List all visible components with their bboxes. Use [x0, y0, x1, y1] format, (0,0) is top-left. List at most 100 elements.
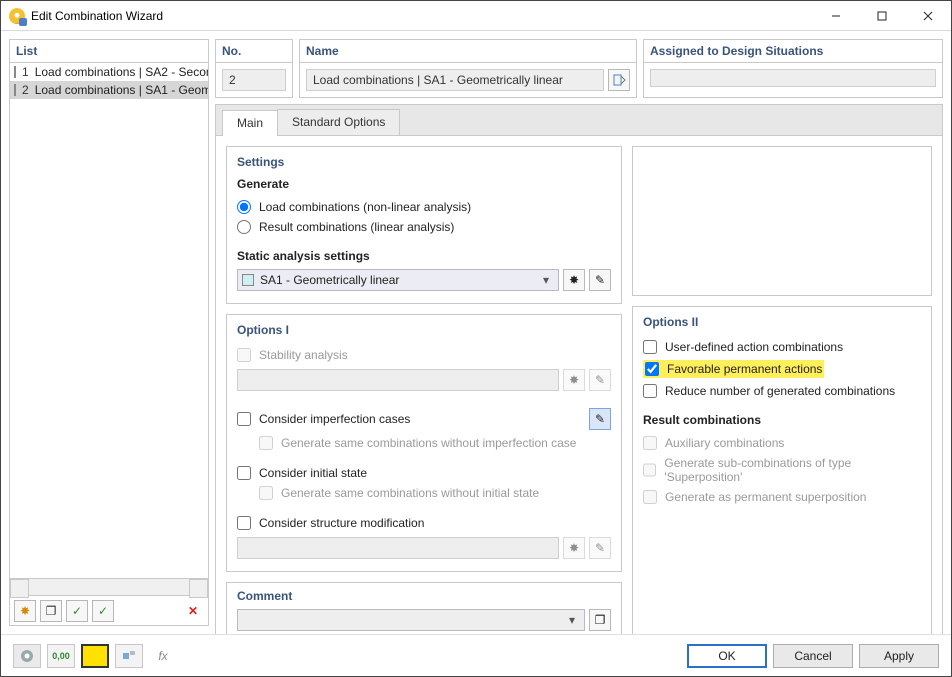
- cancel-button[interactable]: Cancel: [773, 644, 853, 668]
- list-item[interactable]: 1 Load combinations | SA2 - Secon: [10, 63, 208, 81]
- help-button[interactable]: [13, 644, 41, 668]
- deselect-all-button[interactable]: ✓: [92, 600, 114, 622]
- settings-title: Settings: [237, 155, 611, 169]
- checkbox-input: [237, 348, 251, 362]
- checkbox-label: Auxiliary combinations: [665, 436, 784, 450]
- radio-result-combinations[interactable]: Result combinations (linear analysis): [237, 217, 611, 237]
- app-icon: [9, 8, 25, 24]
- checkbox-input: [643, 490, 657, 504]
- checkbox-input: [643, 463, 656, 477]
- horizontal-scrollbar[interactable]: [10, 578, 208, 595]
- tab-main[interactable]: Main: [222, 110, 278, 136]
- number-field-box: No. 2: [215, 39, 293, 98]
- close-button[interactable]: [905, 1, 951, 31]
- number-input[interactable]: 2: [222, 69, 286, 91]
- list-header: List: [10, 40, 208, 63]
- checkbox-label: Consider imperfection cases: [259, 412, 410, 426]
- comment-title: Comment: [237, 589, 611, 603]
- delete-button[interactable]: ✕: [182, 600, 204, 622]
- edit-button: ✎: [589, 537, 611, 559]
- checkbox-input[interactable]: [237, 516, 251, 530]
- radio-input[interactable]: [237, 200, 251, 214]
- check-user-defined[interactable]: User-defined action combinations: [643, 337, 921, 357]
- new-analysis-button[interactable]: ✸: [563, 269, 585, 291]
- check-imperfection[interactable]: Consider imperfection cases ✎: [237, 405, 611, 433]
- titlebar: Edit Combination Wizard: [1, 1, 951, 31]
- check-structure-mod[interactable]: Consider structure modification: [237, 513, 611, 533]
- imperfection-config-button[interactable]: ✎: [589, 408, 611, 430]
- checkbox-label: Generate same combinations without initi…: [281, 486, 539, 500]
- window-title: Edit Combination Wizard: [31, 9, 813, 23]
- layout-button[interactable]: [115, 644, 143, 668]
- name-input[interactable]: Load combinations | SA1 - Geometrically …: [306, 69, 604, 91]
- static-analysis-label: Static analysis settings: [237, 249, 611, 263]
- edit-button: ✎: [589, 369, 611, 391]
- edit-analysis-button[interactable]: ✎: [589, 269, 611, 291]
- check-initial-state[interactable]: Consider initial state: [237, 463, 611, 483]
- maximize-button[interactable]: [859, 1, 905, 31]
- tabstrip: Main Standard Options: [216, 105, 942, 135]
- combo-value: SA1 - Geometrically linear: [260, 273, 538, 287]
- rename-button[interactable]: [608, 69, 630, 91]
- check-subcomb: Generate sub-combinations of type 'Super…: [643, 453, 921, 487]
- static-analysis-combo[interactable]: SA1 - Geometrically linear ▾: [237, 269, 559, 291]
- checkbox-input: [259, 436, 273, 450]
- chevron-down-icon: ▾: [538, 273, 554, 287]
- checkbox-label: Generate same combinations without imper…: [281, 436, 576, 450]
- check-perm-super: Generate as permanent superposition: [643, 487, 921, 507]
- checkbox-label: Generate as permanent superposition: [665, 490, 866, 504]
- duplicate-button[interactable]: ❐: [40, 600, 62, 622]
- checkbox-input[interactable]: [643, 340, 657, 354]
- comment-combo[interactable]: ▾: [237, 609, 585, 631]
- units-button[interactable]: 0,00: [47, 644, 75, 668]
- assigned-input[interactable]: [650, 69, 936, 87]
- stability-combo: [237, 369, 559, 391]
- options2-group: Options II User-defined action combinati…: [632, 306, 932, 634]
- checkbox-input: [259, 486, 273, 500]
- name-field-box: Name Load combinations | SA1 - Geometric…: [299, 39, 637, 98]
- assigned-label: Assigned to Design Situations: [644, 40, 942, 63]
- new-item-button[interactable]: ✸: [14, 600, 36, 622]
- checkbox-input[interactable]: [237, 466, 251, 480]
- checkbox-label: Stability analysis: [259, 348, 348, 362]
- footer: 0,00 fx OK Cancel Apply: [1, 634, 951, 676]
- generate-label: Generate: [237, 177, 611, 191]
- checkbox-label: Consider initial state: [259, 466, 367, 480]
- checkbox-input[interactable]: [237, 412, 251, 426]
- checkbox-label: Generate sub-combinations of type 'Super…: [664, 456, 921, 484]
- check-favorable[interactable]: Favorable permanent actions: [643, 357, 921, 381]
- result-comb-title: Result combinations: [643, 413, 921, 427]
- check-imperfection-sub: Generate same combinations without imper…: [237, 433, 611, 453]
- list-item[interactable]: 2 Load combinations | SA1 - Geom: [10, 81, 208, 99]
- ok-button[interactable]: OK: [687, 644, 767, 668]
- new-button: ✸: [563, 537, 585, 559]
- checkbox-input: [643, 436, 657, 450]
- checkbox-label: Consider structure modification: [259, 516, 424, 530]
- settings-group: Settings Generate Load combinations (non…: [226, 146, 622, 304]
- checkbox-label: Reduce number of generated combinations: [665, 384, 895, 398]
- apply-button[interactable]: Apply: [859, 644, 939, 668]
- list-tree[interactable]: 1 Load combinations | SA2 - Secon 2 Load…: [10, 63, 208, 578]
- checkbox-input[interactable]: [645, 362, 659, 376]
- radio-label: Load combinations (non-linear analysis): [259, 200, 471, 214]
- preview-group: [632, 146, 932, 296]
- options1-group: Options I Stability analysis ✸ ✎: [226, 314, 622, 572]
- comment-edit-button[interactable]: ❐: [589, 609, 611, 631]
- color-button[interactable]: [81, 644, 109, 668]
- check-initial-sub: Generate same combinations without initi…: [237, 483, 611, 503]
- radio-input[interactable]: [237, 220, 251, 234]
- check-aux: Auxiliary combinations: [643, 433, 921, 453]
- check-stability: Stability analysis: [237, 345, 611, 365]
- radio-load-combinations[interactable]: Load combinations (non-linear analysis): [237, 197, 611, 217]
- select-all-button[interactable]: ✓: [66, 600, 88, 622]
- options1-title: Options I: [237, 323, 611, 337]
- list-item-label: Load combinations | SA2 - Secon: [35, 65, 208, 79]
- list-item-number: 1: [22, 65, 29, 79]
- tab-standard-options[interactable]: Standard Options: [277, 109, 400, 135]
- options2-title: Options II: [643, 315, 921, 329]
- checkbox-input[interactable]: [643, 384, 657, 398]
- comment-group: Comment ▾ ❐: [226, 582, 622, 634]
- function-button[interactable]: fx: [149, 644, 177, 668]
- minimize-button[interactable]: [813, 1, 859, 31]
- check-reduce[interactable]: Reduce number of generated combinations: [643, 381, 921, 401]
